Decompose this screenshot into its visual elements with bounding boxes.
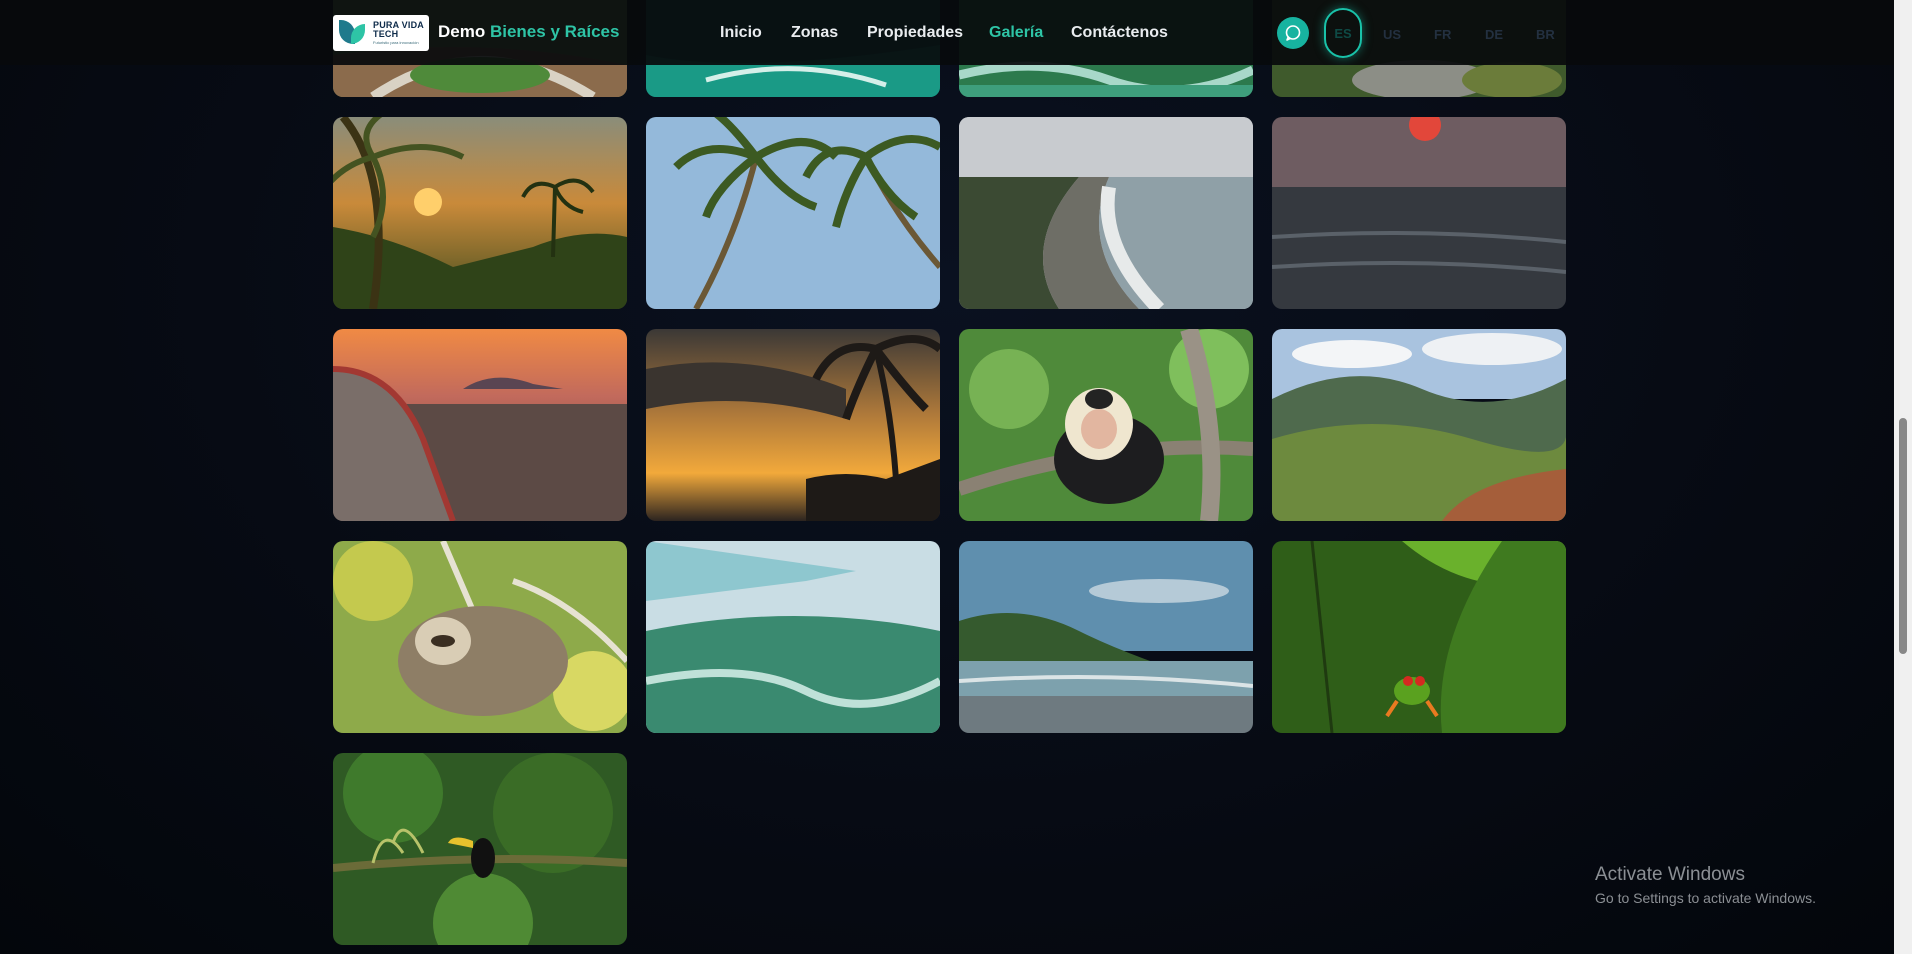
lang-br[interactable]: BR (1536, 27, 1555, 42)
chat-button[interactable] (1277, 17, 1309, 49)
brand-accent: Bienes y Raíces (489, 22, 620, 41)
gallery-image-toucan[interactable] (333, 753, 627, 945)
lang-de[interactable]: DE (1485, 27, 1503, 42)
vertical-scrollbar[interactable] (1894, 0, 1912, 954)
nav-inicio[interactable]: Inicio (720, 24, 762, 42)
gallery-image-ocean-sunset[interactable] (1272, 117, 1566, 309)
gallery-image-capuchin-monkey[interactable] (959, 329, 1253, 521)
windows-activation-watermark: Activate Windows Go to Settings to activ… (1595, 864, 1816, 906)
logo-line2: TECH (373, 29, 399, 39)
activate-subtitle: Go to Settings to activate Windows. (1595, 890, 1816, 906)
gallery-image-aerial-wing[interactable] (646, 541, 940, 733)
logo-tagline: Futuristic para innovación (373, 40, 419, 45)
gallery-image-mountains[interactable] (1272, 329, 1566, 521)
brand-name[interactable]: Demo Bienes y Raíces (438, 22, 619, 42)
scrollbar-thumb[interactable] (1899, 418, 1907, 654)
nav-zonas[interactable]: Zonas (791, 24, 838, 42)
chat-bubble-icon (1285, 25, 1301, 41)
lang-fr[interactable]: FR (1434, 27, 1451, 42)
nav-propiedades[interactable]: Propiedades (867, 24, 963, 42)
gallery-image-palm-sky[interactable] (646, 117, 940, 309)
gallery-image-coastline[interactable] (959, 117, 1253, 309)
activate-title: Activate Windows (1595, 864, 1745, 885)
logo[interactable]: PURA VIDA TECH Futuristic para innovació… (333, 15, 429, 51)
gallery-image-tree-frog[interactable] (1272, 541, 1566, 733)
logo-mark-icon (337, 18, 369, 48)
nav-contactenos[interactable]: Contáctenos (1071, 24, 1168, 42)
site-header: PURA VIDA TECH Futuristic para innovació… (0, 0, 1894, 65)
lang-us[interactable]: US (1383, 27, 1401, 42)
gallery-image-palm-sunset[interactable] (333, 117, 627, 309)
gallery-image-beach-island[interactable] (959, 541, 1253, 733)
gallery-image-sloth[interactable] (333, 541, 627, 733)
gallery-image-beach-boat[interactable] (333, 329, 627, 521)
gallery-image-palm-silhouette[interactable] (646, 329, 940, 521)
nav-galeria[interactable]: Galería (989, 24, 1043, 42)
lang-es[interactable]: ES (1324, 8, 1362, 58)
